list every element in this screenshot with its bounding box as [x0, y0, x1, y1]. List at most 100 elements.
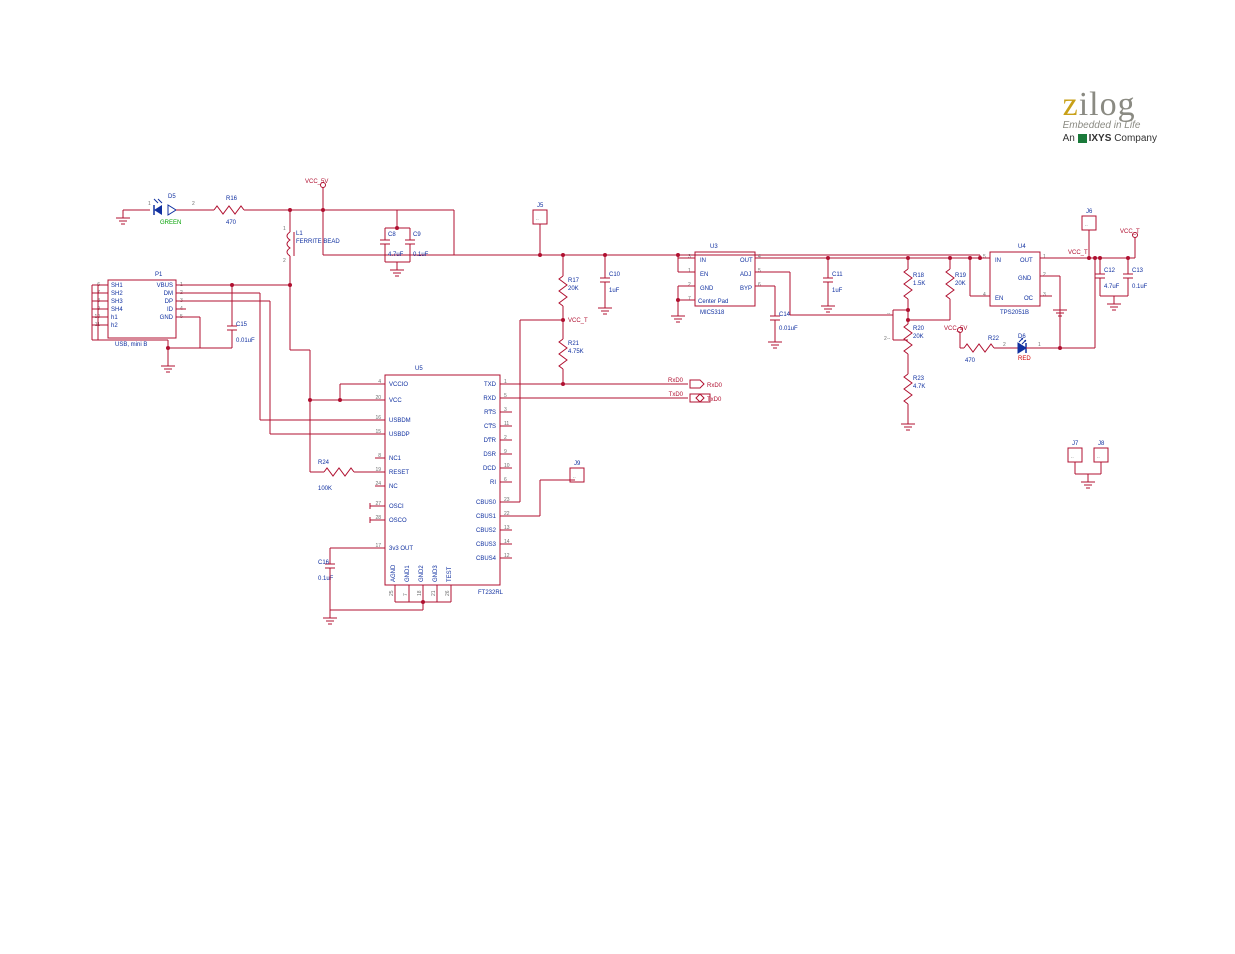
svg-text:J5: J5 [537, 203, 544, 209]
schematic-canvas: VCC_5V D5 1 2 GREEN R16 470 L1 FERRITE B… [0, 0, 1235, 954]
svg-text:--: -- [887, 336, 891, 342]
svg-text:R16: R16 [226, 196, 238, 202]
port-rxd: RxD0 RxD0 [668, 378, 723, 389]
svg-text:USBDP: USBDP [389, 432, 410, 438]
net-vcct-out: VCC_T [1068, 250, 1088, 256]
component-R18: R18 1.5K [904, 265, 925, 303]
svg-text:1uF: 1uF [609, 288, 620, 294]
svg-text:SH3: SH3 [111, 299, 123, 305]
svg-text:CBUS3: CBUS3 [476, 542, 497, 548]
svg-text:GND3: GND3 [433, 565, 439, 582]
svg-text:CBUS0: CBUS0 [476, 500, 497, 506]
component-C15: C15 0.01uF [227, 320, 255, 344]
svg-text:D6: D6 [1018, 334, 1026, 340]
svg-text:1: 1 [148, 201, 151, 207]
svg-text:RI: RI [490, 480, 496, 486]
svg-text:26: 26 [445, 590, 451, 596]
component-L1: L1 FERRITE BEAD 1 2 [283, 225, 340, 264]
svg-text:4.7K: 4.7K [913, 384, 925, 390]
component-C8: C8 4.7uF [380, 228, 404, 258]
svg-text:C15: C15 [236, 322, 248, 328]
svg-text:J7: J7 [1072, 441, 1079, 447]
component-C10: C10 1uF [600, 272, 621, 294]
component-J5: .. J5 [533, 203, 547, 224]
svg-text:C10: C10 [609, 272, 621, 278]
svg-text:VCC_5V: VCC_5V [944, 326, 967, 332]
svg-text:0.01uF: 0.01uF [779, 326, 798, 332]
svg-text:1: 1 [1043, 254, 1046, 260]
svg-text:J6: J6 [1086, 209, 1093, 215]
svg-text:FT232RL: FT232RL [478, 590, 504, 596]
svg-text:R19: R19 [955, 273, 967, 279]
svg-text:R21: R21 [568, 341, 580, 347]
net-vcc5v: VCC_5V [305, 179, 328, 185]
component-C13: C13 0.1uF [1123, 268, 1148, 290]
svg-text:C11: C11 [832, 272, 843, 278]
svg-text:5: 5 [758, 268, 761, 274]
svg-text:C14: C14 [779, 312, 791, 318]
svg-text:R20: R20 [913, 326, 925, 332]
svg-text:TxD0: TxD0 [707, 397, 722, 403]
svg-text:EN: EN [995, 296, 1003, 302]
svg-text:FERRITE BEAD: FERRITE BEAD [296, 239, 340, 245]
svg-text:0.1uF: 0.1uF [413, 252, 429, 258]
svg-text:4: 4 [758, 254, 761, 260]
svg-text:7: 7 [688, 296, 691, 302]
component-C12: C12 4.7uF [1095, 268, 1120, 290]
svg-text:--: -- [887, 311, 891, 317]
svg-text:3v3 OUT: 3v3 OUT [389, 546, 413, 552]
svg-text:2: 2 [192, 201, 195, 207]
svg-text:RTS: RTS [484, 410, 496, 416]
svg-text:GREEN: GREEN [160, 220, 181, 226]
svg-text:VBUS: VBUS [157, 283, 173, 289]
svg-text:4.7uF: 4.7uF [1104, 284, 1120, 290]
component-J7: .. J7 [1068, 441, 1082, 462]
svg-text:MIC5318: MIC5318 [700, 310, 725, 316]
svg-text:5: 5 [983, 254, 986, 260]
svg-text:3: 3 [1043, 292, 1046, 298]
component-J9: .. J9 [570, 461, 584, 482]
svg-text:IN: IN [995, 258, 1001, 264]
svg-text:470: 470 [965, 358, 976, 364]
svg-text:ID: ID [167, 307, 174, 313]
svg-text:DSR: DSR [483, 452, 496, 458]
svg-text:R18: R18 [913, 273, 925, 279]
svg-text:4.7uF: 4.7uF [388, 252, 404, 258]
component-U5: U5 FT232RL VCCIO4VCC20USBDM16USBDP15NC18… [375, 366, 509, 596]
component-R21: R21 4.75K [559, 335, 584, 373]
svg-text:NC1: NC1 [389, 456, 402, 462]
svg-text:..: .. [1085, 222, 1088, 228]
svg-text:C13: C13 [1132, 268, 1144, 274]
svg-text:2: 2 [283, 258, 286, 264]
svg-text:U3: U3 [710, 244, 718, 250]
component-R19: R19 20K [946, 265, 967, 303]
svg-text:0.01uF: 0.01uF [236, 338, 255, 344]
svg-text:R24: R24 [318, 460, 330, 466]
svg-text:0.1uF: 0.1uF [318, 576, 334, 582]
svg-text:Center Pad: Center Pad [698, 299, 728, 305]
svg-text:h2: h2 [111, 323, 118, 329]
component-R22: R22 470 [960, 336, 1000, 364]
component-P1: P1 USB, mini B SH16SH27SH38SH49h110h211 … [94, 272, 183, 348]
component-C14: C14 0.01uF [770, 310, 798, 332]
svg-text:6: 6 [758, 282, 761, 288]
svg-text:20K: 20K [955, 281, 966, 287]
svg-text:7: 7 [403, 593, 409, 596]
svg-text:TEST: TEST [447, 566, 453, 582]
svg-text:SH4: SH4 [111, 307, 123, 313]
component-C9: C9 0.1uF [405, 228, 429, 258]
svg-text:J8: J8 [1098, 441, 1105, 447]
svg-text:EN: EN [700, 272, 708, 278]
svg-text:OSCO: OSCO [389, 518, 407, 524]
svg-text:VCC_T: VCC_T [1120, 229, 1140, 235]
svg-text:RESET: RESET [389, 470, 409, 476]
svg-text:2: 2 [1043, 272, 1046, 278]
svg-text:D5: D5 [168, 194, 176, 200]
svg-text:RXD: RXD [483, 396, 496, 402]
svg-text:1: 1 [283, 226, 286, 232]
svg-text:TPS2051B: TPS2051B [1000, 310, 1029, 316]
svg-text:RxD0: RxD0 [707, 383, 723, 389]
svg-text:1.5K: 1.5K [913, 281, 925, 287]
svg-text:C12: C12 [1104, 268, 1116, 274]
svg-text:OSCI: OSCI [389, 504, 404, 510]
